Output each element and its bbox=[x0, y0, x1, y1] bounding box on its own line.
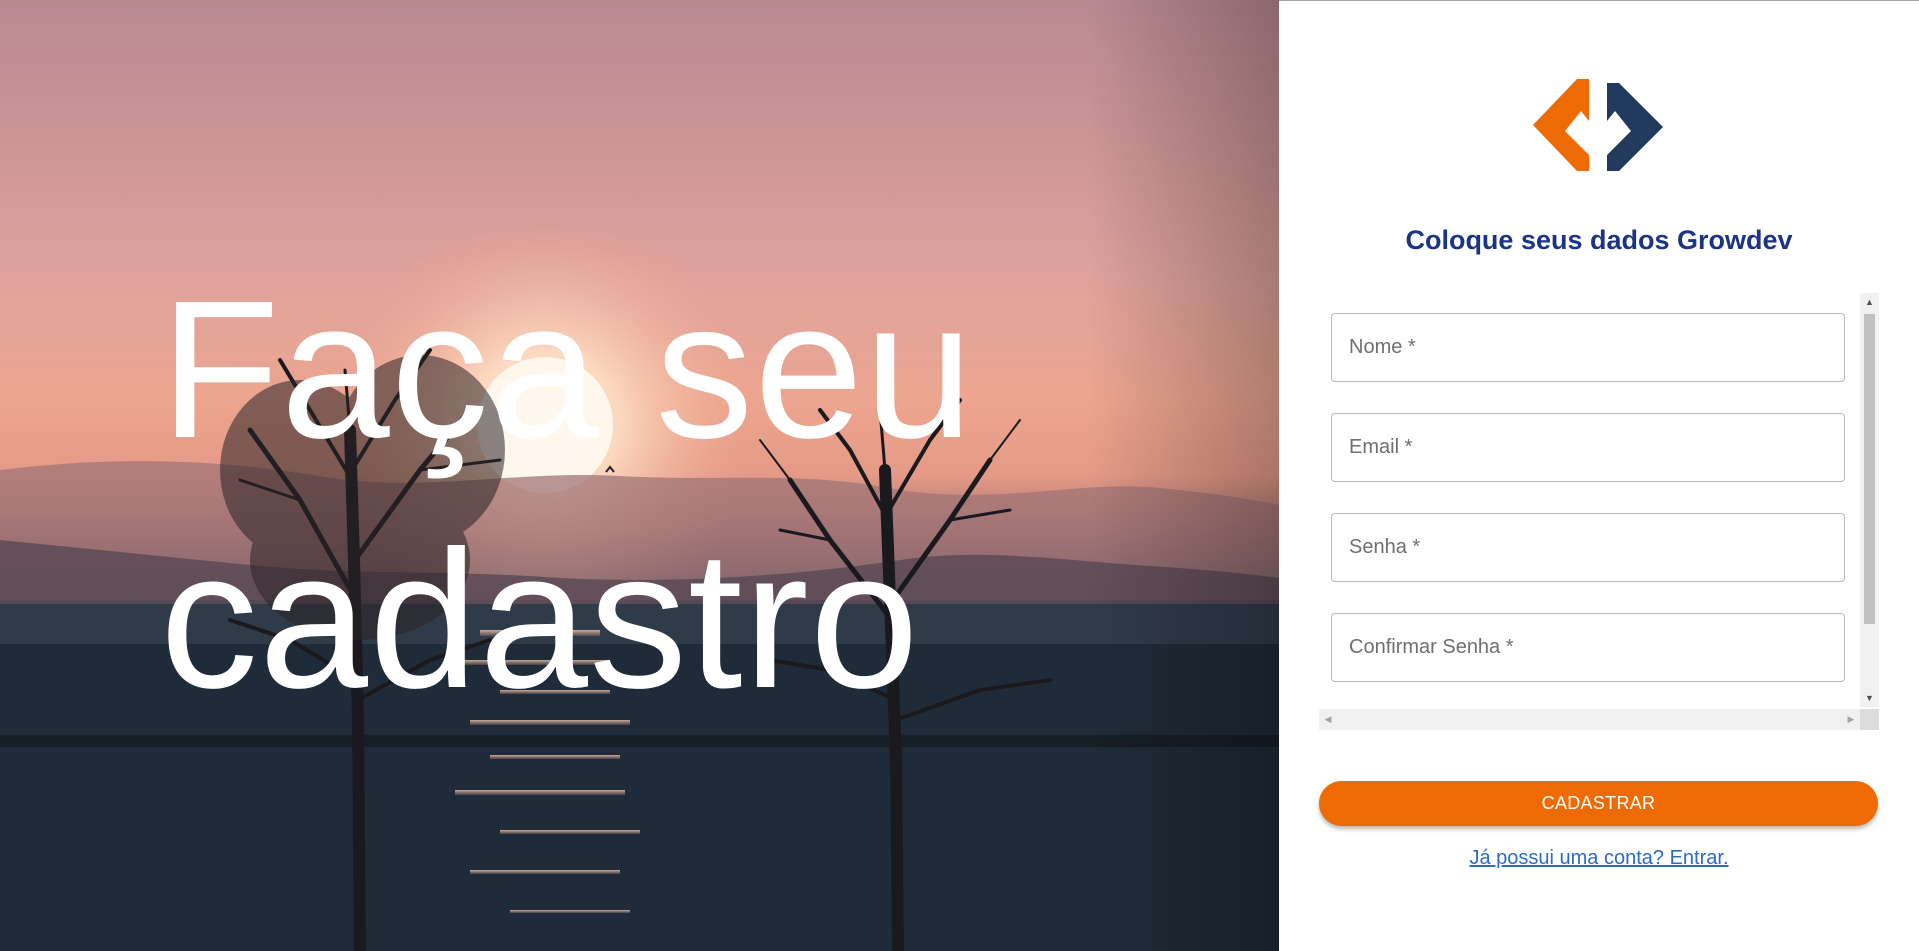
scroll-left-icon[interactable]: ◀ bbox=[1319, 709, 1337, 730]
hero-section: Faça seu cadastro bbox=[0, 0, 1279, 951]
email-input[interactable] bbox=[1332, 414, 1844, 481]
login-link[interactable]: Já possui uma conta? Entrar. bbox=[1279, 847, 1919, 870]
signup-page: Faça seu cadastro Coloque seus dados Gro… bbox=[0, 0, 1919, 951]
password-input[interactable] bbox=[1332, 514, 1844, 581]
confirm-password-input[interactable] bbox=[1332, 614, 1844, 681]
fields-scroll-container[interactable]: ▲ ▼ ◀ ▶ bbox=[1319, 293, 1879, 730]
scrollbar-corner bbox=[1860, 709, 1879, 730]
signup-panel: Coloque seus dados Growdev ▲ ▼ ◀ ▶ bbox=[1279, 0, 1919, 951]
scroll-up-icon[interactable]: ▲ bbox=[1860, 293, 1879, 311]
vertical-scrollbar[interactable]: ▲ ▼ bbox=[1860, 293, 1879, 707]
scroll-right-icon[interactable]: ▶ bbox=[1842, 709, 1860, 730]
name-input[interactable] bbox=[1332, 314, 1844, 381]
hero-title: Faça seu cadastro bbox=[160, 260, 975, 729]
email-field-wrapper bbox=[1331, 413, 1845, 482]
password-field-wrapper bbox=[1331, 513, 1845, 582]
scroll-down-icon[interactable]: ▼ bbox=[1860, 689, 1879, 707]
form-title: Coloque seus dados Growdev bbox=[1405, 225, 1793, 255]
confirm-password-field-wrapper bbox=[1331, 613, 1845, 682]
vertical-scroll-thumb[interactable] bbox=[1864, 314, 1875, 624]
name-field-wrapper bbox=[1331, 313, 1845, 382]
growdev-logo-icon bbox=[1533, 79, 1663, 171]
horizontal-scrollbar[interactable]: ◀ ▶ bbox=[1319, 709, 1860, 730]
register-button[interactable]: CADASTRAR bbox=[1319, 781, 1878, 826]
